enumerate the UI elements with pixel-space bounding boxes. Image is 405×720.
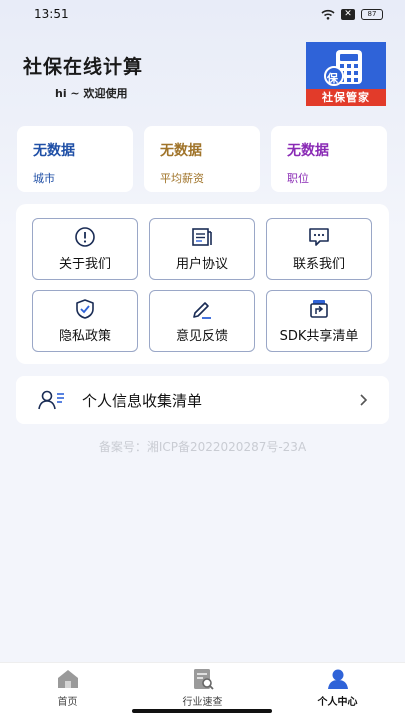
feedback-label: 意见反馈: [175, 328, 228, 344]
nav-home-label: 首页: [57, 697, 78, 708]
stat-card-city[interactable]: 无数据 城市: [17, 126, 133, 192]
user-agreement-button[interactable]: 用户协议: [149, 218, 255, 280]
status-time: 13:51: [34, 7, 69, 21]
nav-industry-label: 行业速查: [182, 697, 223, 708]
contact-us-label: 联系我们: [292, 256, 345, 272]
search-document-icon: [190, 667, 216, 691]
stat-label-city: 城市: [33, 172, 55, 185]
stat-value-salary: 无数据: [160, 143, 202, 159]
sim-off-icon: ✕: [341, 8, 355, 20]
personal-info-list-label: 个人信息收集清单: [82, 391, 203, 410]
battery-icon: 87: [361, 8, 383, 20]
logo-glyph: 保: [327, 72, 338, 85]
icp-record-text: 备案号：湘ICP备2022020287号-23A: [98, 440, 307, 454]
about-us-label: 关于我们: [58, 256, 111, 272]
privacy-policy-button[interactable]: 隐私政策: [32, 290, 138, 352]
menu-panel: 关于我们 用户协议 联系我们 隐私政策 意见反馈 SDK共享清单: [16, 204, 389, 364]
status-bar: 13:51 ✕ 87: [0, 0, 405, 28]
stat-label-salary: 平均薪资: [160, 172, 204, 185]
sdk-list-button[interactable]: SDK共享清单: [266, 290, 372, 352]
home-indicator: [132, 709, 272, 713]
nav-profile[interactable]: 个人中心: [270, 663, 405, 720]
shield-check-icon: [74, 298, 96, 319]
stat-card-salary[interactable]: 无数据 平均薪资: [144, 126, 260, 192]
stat-label-position: 职位: [287, 172, 309, 185]
document-icon: [191, 227, 213, 247]
privacy-policy-label: 隐私政策: [58, 328, 111, 344]
greeting-text: hi ~ 欢迎使用: [55, 87, 128, 100]
user-agreement-label: 用户协议: [175, 256, 228, 272]
wifi-icon: [321, 9, 335, 20]
chat-icon: [308, 227, 330, 247]
logo-text: 社保管家: [306, 89, 386, 106]
status-icons: ✕ 87: [321, 8, 383, 20]
stat-card-position[interactable]: 无数据 职位: [271, 126, 387, 192]
personal-info-list-row[interactable]: 个人信息收集清单: [16, 376, 389, 424]
stat-value-city: 无数据: [33, 143, 75, 159]
user-icon: [325, 667, 351, 691]
feedback-button[interactable]: 意见反馈: [149, 290, 255, 352]
pencil-icon: [191, 299, 213, 319]
about-us-button[interactable]: 关于我们: [32, 218, 138, 280]
home-icon: [55, 667, 81, 691]
nav-home[interactable]: 首页: [0, 663, 135, 720]
user-list-icon: [38, 389, 66, 411]
share-box-icon: [308, 299, 330, 319]
chevron-right-icon: [359, 393, 369, 407]
page-title: 社保在线计算: [23, 56, 144, 78]
info-icon: [74, 226, 96, 247]
stat-value-position: 无数据: [287, 143, 329, 159]
nav-profile-label: 个人中心: [317, 697, 358, 708]
app-logo: 保 社保管家: [306, 42, 386, 106]
contact-us-button[interactable]: 联系我们: [266, 218, 372, 280]
sdk-list-label: SDK共享清单: [279, 328, 359, 344]
header-background: [0, 0, 405, 230]
